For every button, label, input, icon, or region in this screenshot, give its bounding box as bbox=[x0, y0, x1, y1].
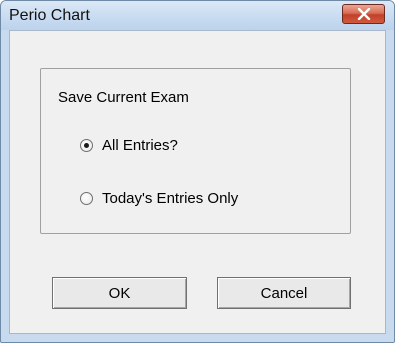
title-bar[interactable]: Perio Chart bbox=[1, 1, 394, 30]
window-title: Perio Chart bbox=[9, 7, 90, 24]
radio-label: All Entries? bbox=[102, 137, 178, 154]
radio-selected-dot bbox=[84, 143, 89, 148]
radio-all-entries[interactable]: All Entries? bbox=[80, 137, 178, 154]
close-button[interactable] bbox=[342, 4, 385, 24]
radio-button[interactable] bbox=[80, 192, 93, 205]
cancel-button[interactable]: Cancel bbox=[217, 277, 351, 309]
group-label: Save Current Exam bbox=[56, 89, 191, 106]
radio-label: Today's Entries Only bbox=[102, 190, 239, 207]
ok-button[interactable]: OK bbox=[52, 277, 187, 309]
close-icon bbox=[357, 8, 371, 20]
radio-button[interactable] bbox=[80, 139, 93, 152]
radio-todays-entries[interactable]: Today's Entries Only bbox=[80, 190, 238, 207]
